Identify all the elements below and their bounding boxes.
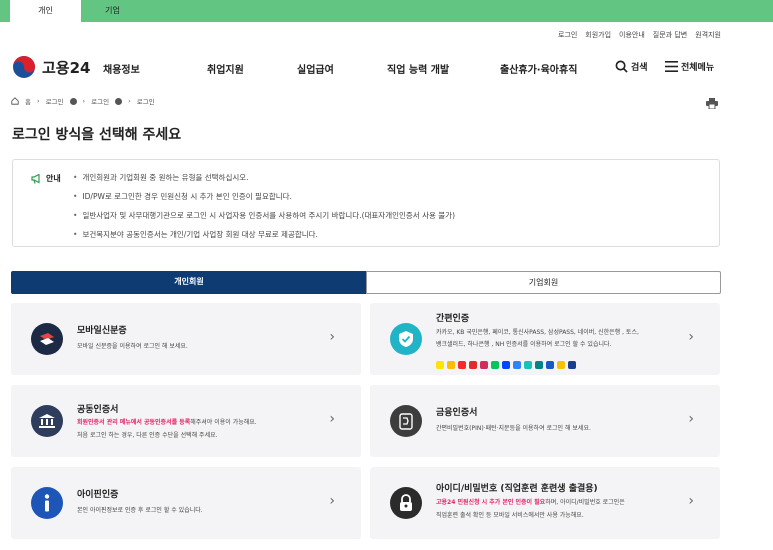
login-id-password-card[interactable]: 아이디/비밀번호 (직업훈련 훈련생 출결용) 고용24 민원신청 시 추가 본…	[370, 467, 720, 539]
bank-building-icon	[31, 405, 63, 437]
card-desc-line1: 고용24 민원신청 시 추가 본인 인증이 필요하며, 아이디/비밀번호 로그인…	[436, 497, 625, 509]
login-finance-cert-card[interactable]: 금융인증서 간편비밀번호(PIN)·패턴·지문등을 이용하여 로그인 해 보세요…	[370, 385, 720, 457]
utility-links: 로그인 회원가입 이용안내 질문과 답변 원격지원	[558, 30, 721, 40]
toss-icon	[513, 361, 521, 369]
card-title: 금융인증서	[436, 408, 478, 418]
auth-provider-icons	[436, 361, 576, 369]
login-mobile-id-card[interactable]: 모바일신분증 모바일 신분증을 이용하여 로그인 해 보세요. ›	[11, 303, 361, 375]
notice-item: 개인회원과 기업회원 중 원하는 유형을 선택하십시오.	[73, 172, 455, 191]
card-desc-rest: 해주셔야 이용이 가능해요.	[190, 419, 257, 426]
finance-cert-icon	[390, 405, 422, 437]
notice-item: 보건복지분야 공동인증서는 개인/기업 사업장 회원 대상 무료로 제공합니다.	[73, 229, 455, 248]
nav-employment-support[interactable]: 취업지원	[207, 61, 244, 76]
all-menu-button[interactable]: 전체메뉴	[665, 60, 714, 73]
banksalad-icon	[524, 361, 532, 369]
shield-check-icon	[390, 323, 422, 355]
notice-item: 일반사업자 및 사무대행기관으로 로그인 시 사업자용 인증서를 사용하여 주시…	[73, 210, 455, 229]
tab-corporate-member[interactable]: 기업회원	[366, 271, 721, 294]
mobile-id-icon	[31, 323, 63, 355]
naver-icon	[491, 361, 499, 369]
breadcrumb-level1[interactable]: 로그인	[46, 96, 64, 106]
card-title: 간편인증	[436, 314, 470, 324]
tab-personal-member[interactable]: 개인회원	[11, 271, 367, 294]
pass-icon	[469, 361, 477, 369]
chevron-right-icon: ›	[329, 493, 335, 509]
card-desc-highlight: 회원인증서 관리 메뉴에서 공동인증서를 등록	[77, 419, 191, 426]
nav-skill-development[interactable]: 직업 능력 개발	[387, 61, 449, 76]
notice-box: 안내 개인회원과 기업회원 중 원하는 유형을 선택하십시오. ID/PW로 로…	[12, 159, 720, 247]
tab-corporate-site[interactable]: 기업	[81, 0, 144, 22]
card-title: 모바일신분증	[77, 326, 127, 336]
card-desc-line1: 회원인증서 관리 메뉴에서 공동인증서를 등록해주셔야 이용이 가능해요.	[77, 417, 257, 429]
card-desc: 간편비밀번호(PIN)·패턴·지문등을 이용하여 로그인 해 보세요.	[436, 425, 591, 432]
chevron-right-icon: ›	[688, 493, 694, 509]
nav-unemployment-benefit[interactable]: 실업급여	[297, 61, 334, 76]
chevron-right-icon: ›	[688, 329, 694, 345]
site-logo[interactable]: 고용24	[12, 55, 90, 79]
card-title: 아이디/비밀번호 (직업훈련 훈련생 출결용)	[436, 484, 598, 494]
card-desc-highlight: 고용24 민원신청 시 추가 본인 인증이 필요	[436, 499, 546, 506]
dropdown-icon[interactable]	[69, 97, 77, 105]
nav-parental-leave[interactable]: 출산휴가·육아휴직	[500, 61, 577, 76]
card-desc-line2: 처음 로그인 하는 경우, 다른 인증 수단을 선택해 주세요.	[77, 432, 218, 439]
login-simple-auth-card[interactable]: 간편인증 카카오, KB 국민은행, 페이코, 통신사PASS, 삼성PASS,…	[370, 303, 720, 375]
notice-header: 안내	[31, 173, 61, 184]
notice-item: ID/PW로 로그인한 경우 민원신청 시 추가 본인 인증이 필요합니다.	[73, 191, 455, 210]
page-title: 로그인 방식을 선택해 주세요	[12, 127, 182, 143]
card-title: 아이핀인증	[77, 490, 119, 500]
search-label: 검색	[631, 63, 648, 73]
card-desc-rest: 하며, 아이디/비밀번호 로그인은	[545, 499, 625, 506]
notice-list: 개인회원과 기업회원 중 원하는 유형을 선택하십시오. ID/PW로 로그인한…	[73, 172, 455, 248]
chevron-right-icon: ›	[688, 411, 694, 427]
search-button[interactable]: 검색	[615, 60, 648, 73]
nav-recruit[interactable]: 채용정보	[103, 61, 140, 76]
card-desc: 본인 아이핀정보로 인증 후 로그인 할 수 있습니다.	[77, 507, 203, 514]
signup-link[interactable]: 회원가입	[585, 30, 611, 40]
nh-icon	[546, 361, 554, 369]
breadcrumb-level2[interactable]: 로그인	[91, 96, 109, 106]
qna-link[interactable]: 질문과 답변	[653, 30, 687, 40]
card-desc-line1: 카카오, KB 국민은행, 페이코, 통신사PASS, 삼성PASS, 네이버,…	[436, 329, 639, 336]
hamburger-icon	[665, 61, 678, 72]
bank-icon	[557, 361, 565, 369]
card-desc: 모바일 신분증을 이용하여 로그인 해 보세요.	[77, 343, 188, 350]
lock-icon	[390, 487, 422, 519]
card-title: 공동인증서	[77, 405, 119, 415]
breadcrumb: 홈 › 로그인 › 로그인 › 로그인	[11, 96, 155, 106]
home-icon[interactable]	[11, 97, 19, 105]
search-icon	[615, 60, 628, 73]
kb-icon	[447, 361, 455, 369]
dropdown-icon[interactable]	[115, 97, 123, 105]
shinhan-icon	[502, 361, 510, 369]
login-joint-cert-card[interactable]: 공동인증서 회원인증서 관리 메뉴에서 공동인증서를 등록해주셔야 이용이 가능…	[11, 385, 361, 457]
info-icon	[31, 487, 63, 519]
chevron-right-icon: ›	[329, 411, 335, 427]
card-desc-line2: 뱅크샐러드, 하나은행 , NH 인증서를 이용하여 로그인 할 수 있습니다.	[436, 341, 612, 348]
payco-icon	[458, 361, 466, 369]
login-ipin-card[interactable]: 아이핀인증 본인 아이핀정보로 인증 후 로그인 할 수 있습니다. ›	[11, 467, 361, 539]
notice-label: 안내	[46, 174, 61, 183]
print-icon	[706, 98, 718, 110]
breadcrumb-level3: 로그인	[136, 98, 155, 106]
remote-support-link[interactable]: 원격지원	[695, 30, 721, 40]
megaphone-icon	[31, 173, 40, 184]
logo-text: 고용24	[42, 58, 91, 77]
hana-icon	[535, 361, 543, 369]
login-link[interactable]: 로그인	[558, 30, 577, 40]
all-menu-label: 전체메뉴	[681, 63, 715, 73]
samsung-pass-icon	[480, 361, 488, 369]
chevron-right-icon: ›	[329, 329, 335, 345]
tab-personal-site[interactable]: 개인	[10, 0, 81, 22]
card-desc-line2: 직업훈련 출석 확인 등 모바일 서비스에서만 사용 가능해요.	[436, 512, 584, 519]
provider-icon	[568, 361, 576, 369]
kakao-icon	[436, 361, 444, 369]
taegeuk-logo-icon	[13, 56, 35, 78]
breadcrumb-home[interactable]: 홈	[25, 96, 31, 106]
guide-link[interactable]: 이용안내	[619, 30, 645, 40]
print-button[interactable]	[706, 94, 718, 113]
